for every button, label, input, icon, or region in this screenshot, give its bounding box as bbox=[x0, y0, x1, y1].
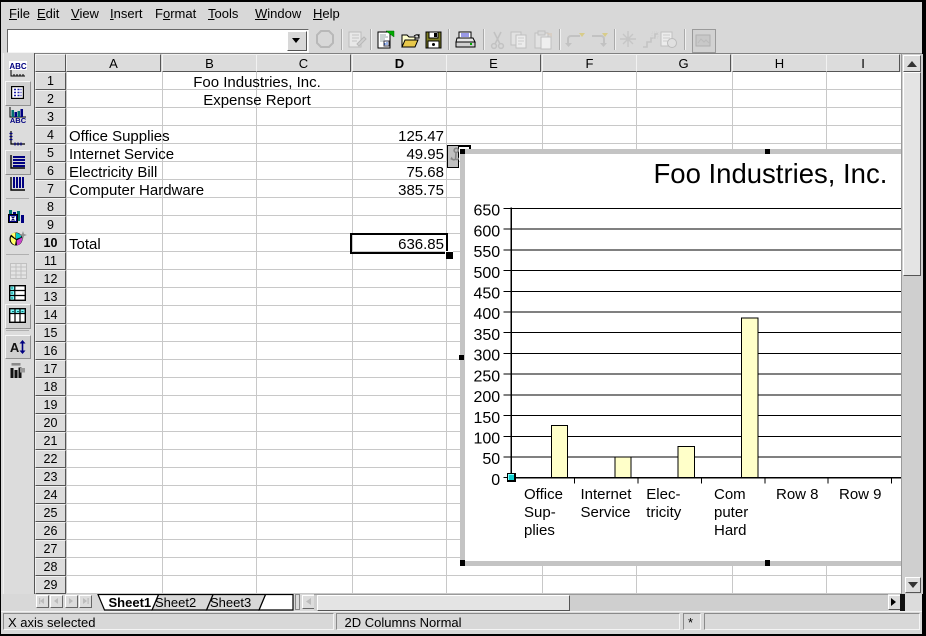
svg-text:ABC: ABC bbox=[10, 116, 27, 123]
svg-text:0: 0 bbox=[491, 472, 500, 489]
svg-text:450: 450 bbox=[473, 286, 500, 303]
svg-text:A: A bbox=[10, 340, 20, 354]
svg-text:ABC: ABC bbox=[9, 62, 27, 71]
svg-text:200: 200 bbox=[473, 389, 500, 406]
svg-text:100: 100 bbox=[473, 431, 500, 448]
svg-text:300: 300 bbox=[473, 348, 500, 365]
svg-text:550: 550 bbox=[473, 244, 500, 261]
svg-text:350: 350 bbox=[473, 327, 500, 344]
svg-text:150: 150 bbox=[473, 410, 500, 427]
svg-text:50: 50 bbox=[482, 451, 500, 468]
svg-text:650: 650 bbox=[473, 203, 500, 220]
svg-text:250: 250 bbox=[473, 368, 500, 385]
svg-text:600: 600 bbox=[473, 223, 500, 240]
svg-text:500: 500 bbox=[473, 265, 500, 282]
svg-text:400: 400 bbox=[473, 306, 500, 323]
svg-text:Foo Industries, Inc.: Foo Industries, Inc. bbox=[654, 158, 888, 189]
